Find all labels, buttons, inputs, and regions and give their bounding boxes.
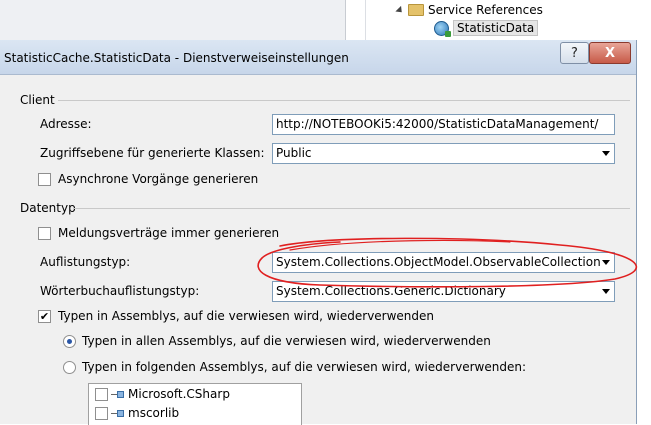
access-level-label: Zugriffsebene für generierte Klassen: [40,146,265,160]
assembly-icon [111,409,125,418]
tree-item-service-references[interactable]: Service References [395,3,543,17]
assemblies-list[interactable]: Microsoft.CSharp mscorlib [88,383,302,425]
assembly-icon [111,390,125,399]
dropdown-arrow-icon[interactable] [602,260,610,265]
expand-triangle-icon[interactable] [395,5,405,15]
dialog-title: StatisticCache.StatisticData - Dienstver… [4,51,349,65]
service-reference-settings-dialog: StatisticCache.StatisticData - Dienstver… [0,40,637,425]
solution-explorer-background: Service References StatisticData [0,0,651,45]
dialog-titlebar[interactable]: StatisticCache.StatisticData - Dienstver… [0,40,636,75]
assembly-name: mscorlib [128,406,180,420]
collection-type-select[interactable]: System.Collections.ObjectModel.Observabl… [272,252,615,273]
reuse-types-checkbox[interactable]: ✔ [38,310,51,323]
address-input[interactable]: http://NOTEBOOKi5:42000/StatisticDataMan… [272,114,615,135]
datatype-group-label: Datentyp [20,201,76,215]
dictionary-type-label: Wörterbuchauflistungstyp: [40,284,200,298]
checkmark-icon: ✔ [39,310,50,323]
access-level-value: Public [276,146,312,160]
folder-icon [408,4,424,16]
async-label[interactable]: Asynchrone Vorgänge generieren [58,172,258,186]
always-generate-label[interactable]: Meldungsverträge immer generieren [58,226,279,240]
reuse-all-label[interactable]: Typen in allen Assemblys, auf die verwie… [82,334,491,348]
assembly-checkbox[interactable] [95,387,108,401]
panel-divider-inner [365,0,366,45]
editor-area [0,0,345,45]
client-group-divider [58,100,630,101]
help-button[interactable]: ? [560,42,589,64]
assembly-checkbox[interactable] [95,406,108,420]
reuse-specified-label[interactable]: Typen in folgenden Assemblys, auf die ve… [82,360,526,374]
service-reference-icon [434,20,451,37]
dictionary-type-select[interactable]: System.Collections.Generic.Dictionary [272,281,615,302]
list-item[interactable]: mscorlib [95,406,179,420]
list-item[interactable]: Microsoft.CSharp [95,387,230,401]
assembly-name: Microsoft.CSharp [128,387,230,401]
always-generate-checkbox[interactable] [38,227,51,240]
dropdown-arrow-icon[interactable] [602,151,610,156]
collection-type-label: Auflistungstyp: [40,255,131,269]
dictionary-type-value: System.Collections.Generic.Dictionary [276,284,506,298]
tree-item-label: StatisticData [453,20,539,36]
reuse-all-radio[interactable] [63,335,76,348]
dropdown-arrow-icon[interactable] [602,289,610,294]
tree-item-label: Service References [428,3,543,17]
reuse-types-label[interactable]: Typen in Assemblys, auf die verwiesen wi… [58,309,434,323]
reuse-specified-radio[interactable] [63,361,76,374]
panel-divider [345,0,346,45]
close-button[interactable]: X [589,42,631,64]
collection-type-value: System.Collections.ObjectModel.Observabl… [276,255,601,269]
datatype-group-divider [73,208,630,209]
address-label: Adresse: [40,117,92,131]
async-checkbox[interactable] [38,173,51,186]
access-level-select[interactable]: Public [272,143,615,164]
client-group-label: Client [20,93,55,107]
tree-item-statistic-data[interactable]: StatisticData [434,20,539,37]
